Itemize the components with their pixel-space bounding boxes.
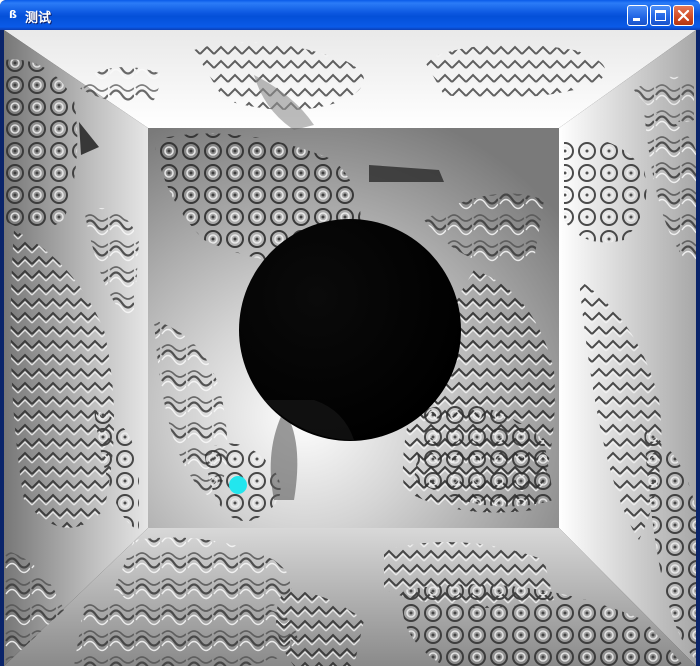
minimize-button[interactable] [627,5,648,26]
light-marker[interactable] [229,476,247,494]
render-viewport[interactable] [4,30,696,666]
maximize-button[interactable] [650,5,671,26]
close-icon [677,9,690,22]
window-title: 测试 [25,11,52,26]
opengl-app-icon: ß [9,8,17,21]
app-window: ß 测试 [0,0,700,666]
title-bar[interactable]: ß 测试 [0,0,700,30]
scene-canvas[interactable] [4,30,696,666]
minimize-icon [633,18,640,21]
maximize-icon [655,10,666,21]
close-button[interactable] [673,5,694,26]
